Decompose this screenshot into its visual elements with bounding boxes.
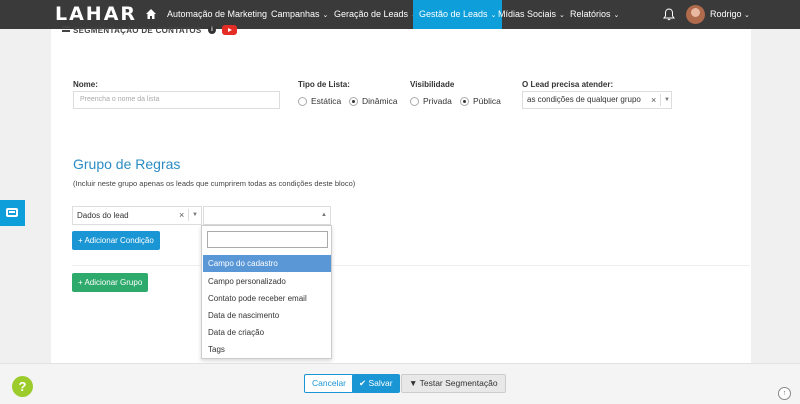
condition-select[interactable]: as condições de qualquer grupo × ▼ xyxy=(522,91,672,109)
name-input[interactable]: Preencha o nome da lista xyxy=(73,91,280,109)
condition-type-select[interactable]: ▲ xyxy=(203,206,331,225)
scroll-top-icon[interactable]: ↑ xyxy=(778,387,791,400)
avatar[interactable] xyxy=(686,5,705,24)
lead-field-select[interactable]: Dados do lead × ▼ xyxy=(72,206,202,225)
chevron-down-icon: ⌄ xyxy=(490,12,497,19)
dropdown-option[interactable]: Contato pode receber email xyxy=(203,290,331,307)
radio-button[interactable] xyxy=(410,96,419,106)
lahar-logo[interactable]: LAHAR xyxy=(55,4,137,24)
nav-automacao-de-marketing[interactable]: Automação de Marketing xyxy=(167,0,267,29)
chevron-down-icon: ⌄ xyxy=(322,12,329,19)
radio-dinamica[interactable]: Dinâmica xyxy=(349,96,397,106)
radio-privada[interactable]: Privada xyxy=(410,96,452,106)
dropdown-option[interactable]: Campo do cadastro xyxy=(203,255,331,272)
divider xyxy=(72,265,750,266)
radio-estatica[interactable]: Estática xyxy=(298,96,341,106)
radio-button-selected[interactable] xyxy=(460,96,469,106)
rules-title: Grupo de Regras xyxy=(73,156,181,172)
condition-label: O Lead precisa atender: xyxy=(522,80,614,89)
separator xyxy=(188,209,189,221)
add-group-button[interactable]: + Adicionar Grupo xyxy=(72,273,149,292)
bottom-action-bar xyxy=(0,363,800,404)
close-icon[interactable]: × xyxy=(179,207,184,224)
dropdown-option[interactable]: Tags xyxy=(203,341,331,358)
nav-geracao-de-leads[interactable]: Geração de Leads⌄ xyxy=(334,0,417,29)
bell-icon[interactable] xyxy=(663,8,675,21)
dropdown-option[interactable]: Data de nascimento xyxy=(203,307,331,324)
top-navbar: LAHAR Automação de Marketing Campanhas ⌄ … xyxy=(0,0,800,29)
chevron-down-icon[interactable]: ▼ xyxy=(192,207,198,224)
visibility-label: Visibilidade xyxy=(410,80,455,89)
chevron-up-icon[interactable]: ▲ xyxy=(321,207,327,224)
dropdown-option[interactable]: Campo personalizado xyxy=(203,273,331,290)
info-icon[interactable]: i xyxy=(208,26,216,34)
nav-midias-sociais[interactable]: Mídias Sociais ⌄ xyxy=(498,0,565,29)
save-button[interactable]: ✔ Salvar xyxy=(352,374,400,393)
chevron-down-icon: ⌄ xyxy=(744,12,750,19)
dropdown-menu: Campo do cadastro Campo personalizado Co… xyxy=(201,225,332,359)
rules-description: (Incluir neste grupo apenas os leads que… xyxy=(73,179,356,188)
radio-button-selected[interactable] xyxy=(349,96,358,106)
main-card xyxy=(51,29,751,365)
chevron-down-icon: ⌄ xyxy=(613,12,620,19)
chevron-down-icon: ⌄ xyxy=(559,12,565,19)
close-icon[interactable]: × xyxy=(651,92,656,108)
help-icon[interactable]: ? xyxy=(12,376,33,397)
test-segmentation-button[interactable]: ▼ Testar Segmentação xyxy=(401,374,506,393)
feedback-tab[interactable] xyxy=(0,200,25,226)
dropdown-search-input[interactable] xyxy=(207,231,328,248)
list-type-label: Tipo de Lista: xyxy=(298,80,350,89)
radio-publica[interactable]: Pública xyxy=(460,96,501,106)
page-title: SEGMENTAÇÃO DE CONTATOS xyxy=(62,26,202,35)
user-menu[interactable]: Rodrigo ⌄ xyxy=(710,0,750,29)
nav-relatorios[interactable]: Relatórios ⌄ xyxy=(570,0,619,29)
dropdown-option[interactable]: Data de criação xyxy=(203,324,331,341)
name-label: Nome: xyxy=(73,80,98,89)
radio-button[interactable] xyxy=(298,96,307,106)
home-icon[interactable] xyxy=(145,8,157,20)
nav-gestao-de-leads[interactable]: Gestão de Leads ⌄ xyxy=(413,0,503,29)
separator xyxy=(660,94,661,106)
nav-campanhas[interactable]: Campanhas ⌄ xyxy=(271,0,328,29)
list-icon xyxy=(62,26,70,32)
chevron-down-icon[interactable]: ▼ xyxy=(664,92,670,108)
add-condition-button[interactable]: + Adicionar Condição xyxy=(72,231,160,250)
youtube-icon[interactable] xyxy=(222,25,237,35)
cancel-button[interactable]: Cancelar xyxy=(304,374,355,393)
